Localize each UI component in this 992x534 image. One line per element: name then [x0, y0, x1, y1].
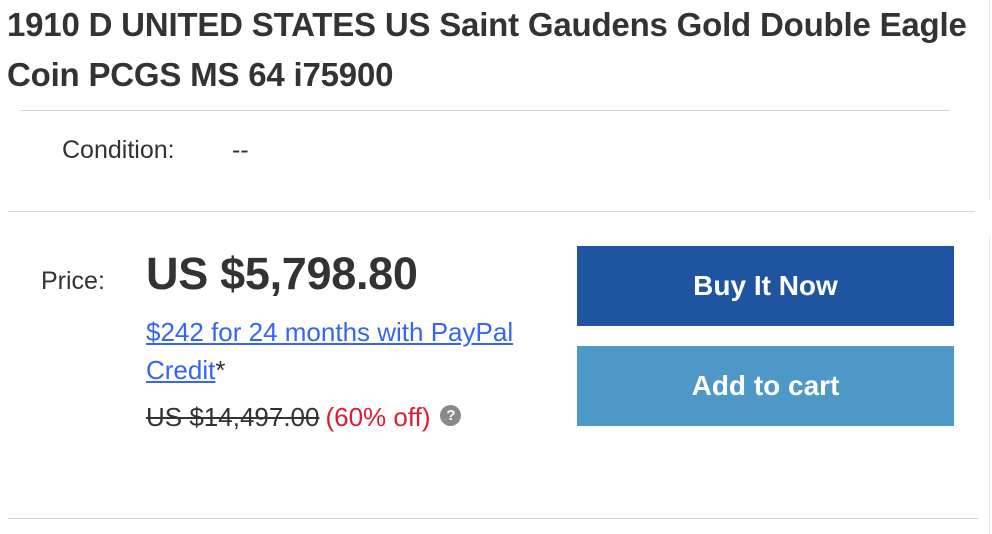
condition-label: Condition:: [62, 136, 175, 164]
scrollbar-track-upper: [989, 0, 990, 200]
buy-it-now-button[interactable]: Buy It Now: [577, 246, 954, 326]
divider: [20, 110, 950, 111]
original-price-row: US $14,497.00 (60% off)?: [146, 398, 462, 436]
condition-value: --: [232, 136, 249, 164]
financing-asterisk: *: [215, 355, 226, 385]
listing-title: 1910 D UNITED STATES US Saint Gaudens Go…: [7, 6, 967, 93]
listing-page: 1910 D UNITED STATES US Saint Gaudens Go…: [0, 0, 992, 534]
help-icon[interactable]: ?: [440, 405, 462, 426]
divider: [8, 518, 978, 519]
discount-percent: (60% off): [325, 402, 431, 432]
price-label: Price:: [41, 267, 105, 295]
scrollbar-track-lower: [989, 235, 990, 534]
divider: [8, 211, 975, 212]
original-price: US $14,497.00: [146, 402, 320, 432]
price-value: US $5,798.80: [146, 248, 418, 299]
financing-offer: $242 for 24 months with PayPal Credit*: [146, 313, 576, 389]
scrollbar[interactable]: [988, 0, 992, 534]
add-to-cart-button[interactable]: Add to cart: [577, 346, 954, 426]
paypal-credit-link[interactable]: $242 for 24 months with PayPal Credit: [146, 317, 513, 385]
